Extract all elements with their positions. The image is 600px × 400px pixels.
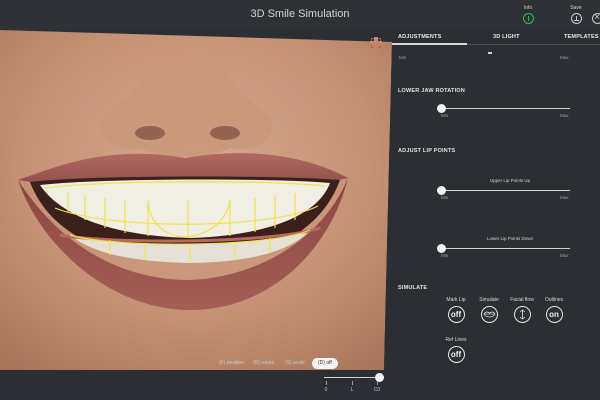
upper-lip-max-label: Max [560,195,569,200]
lower-jaw-min-label: Min [441,113,449,118]
lip-points-title: ADJUST LIP POINTS [398,148,456,154]
download-icon [570,13,582,24]
slider-max-label: Max [560,55,569,60]
zoom-label: C0 [373,387,381,393]
lower-jaw-max-label: Max [560,113,569,118]
tab-templates[interactable]: TEMPLATES [564,34,599,40]
slider-marker [488,52,492,54]
outlines-state[interactable]: on [545,306,563,323]
fullscreen-icon[interactable] [370,37,382,49]
zoom-tick [326,381,327,385]
lower-lip-label: Lower Lip Points Down [486,236,534,241]
simulate-label: Simulate [479,297,499,303]
tab-divider [467,44,600,45]
upper-lip-min-label: Min [441,195,449,200]
tab-3d-light[interactable]: 3D LIGHT [493,34,520,40]
view-button-scale[interactable]: (S) scale [279,358,311,369]
info-label: Info [523,5,533,11]
zoom-tick [352,381,353,385]
outlines-toggle[interactable]: Outlines on [537,296,571,323]
lower-jaw-slider-track[interactable] [440,108,570,109]
lower-lip-max-label: Max [560,253,569,258]
simulate-toggle[interactable]: Simulate [472,296,506,323]
facial-flow-toggle[interactable]: Facial flow [505,296,539,323]
view-button-position[interactable]: (F) position [213,358,250,369]
zoom-label: 0 [324,387,328,393]
lower-jaw-slider-handle[interactable] [437,104,446,113]
upper-lip-label: Upper Lip Points Up [489,178,531,183]
tab-adjustments[interactable]: ADJUSTMENTS [398,34,441,40]
face-photo [0,30,392,370]
app-title: 3D Smile Simulation [250,8,350,20]
ref-lines-toggle[interactable]: Ref Lines off [439,336,473,363]
slider-min-label: Min [399,55,407,60]
lips-icon[interactable] [480,306,498,323]
lower-lip-min-label: Min [441,253,449,258]
mark-lip-label: Mark Lip [446,297,466,303]
upper-lip-slider-handle[interactable] [437,186,446,195]
info-icon [522,13,534,24]
view-bar [0,370,392,400]
face-photo-viewport[interactable] [0,30,392,370]
zoom-tick [377,381,378,385]
upper-lip-slider-track[interactable] [440,190,570,191]
mark-lip-toggle[interactable]: Mark Lip off [439,296,473,323]
outlines-label: Outlines [544,297,564,303]
save-button[interactable]: Save [565,5,587,24]
facial-flow-label: Facial flow [510,297,534,303]
zoom-slider-track[interactable] [324,377,380,378]
close-button[interactable] [586,5,600,24]
lower-lip-slider-track[interactable] [440,248,570,249]
adjustments-panel [392,30,600,400]
view-button-off[interactable]: (D) off [312,358,338,369]
close-icon [591,12,600,24]
lower-lip-slider-handle[interactable] [437,244,446,253]
ref-lines-label: Ref Lines [445,337,467,343]
ref-lines-state[interactable]: off [447,346,465,363]
simulate-title: SIMULATE [398,285,428,291]
zoom-label: L [350,387,354,393]
save-label: Save [570,5,582,11]
view-button-rotate[interactable]: (R) rotate [247,358,280,369]
lower-jaw-title: LOWER JAW ROTATION [398,88,465,94]
active-tab-indicator [392,43,467,45]
info-button[interactable]: Info [517,5,539,24]
mark-lip-state[interactable]: off [447,306,465,323]
close-label [586,5,600,12]
facial-flow-icon[interactable] [513,306,531,323]
